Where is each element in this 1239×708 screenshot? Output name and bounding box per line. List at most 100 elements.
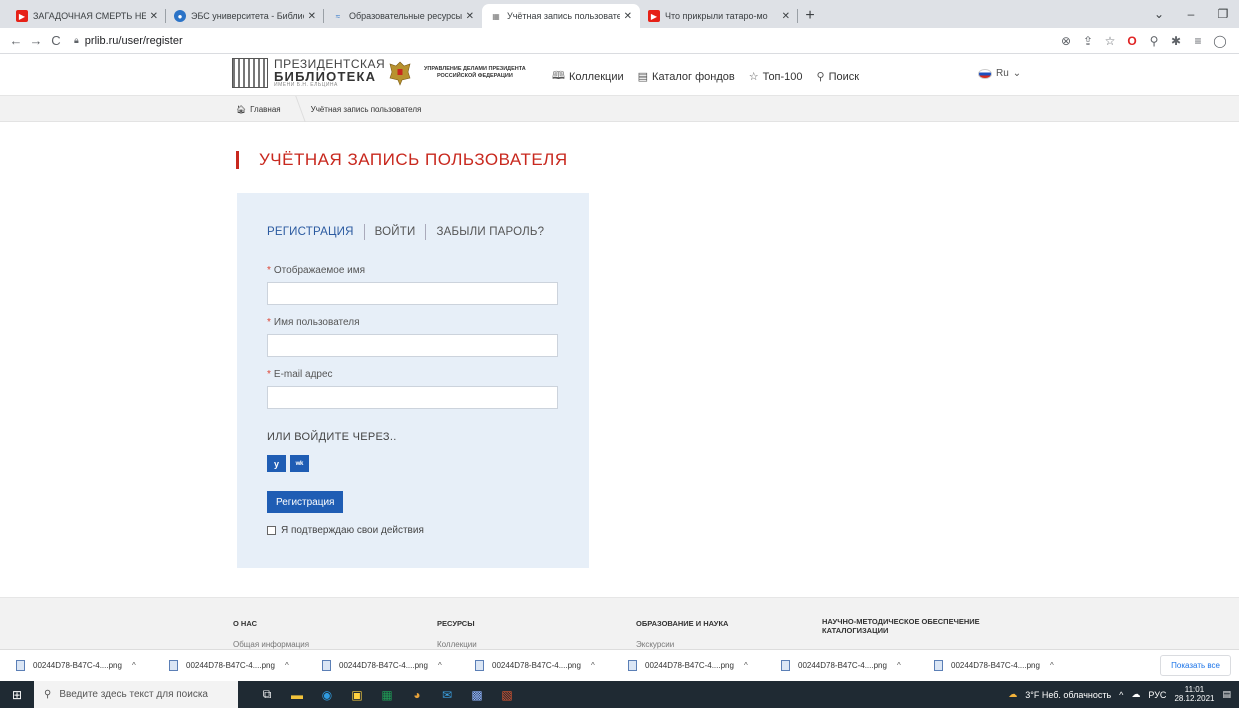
register-button[interactable]: Регистрация bbox=[267, 491, 344, 513]
address-bar[interactable]: 🔒︎ prlib.ru/user/register bbox=[74, 35, 1055, 47]
footer-link[interactable]: Коллекции bbox=[437, 640, 477, 649]
footer-column: РЕСУРСЫ Коллекции bbox=[437, 619, 477, 649]
minimize-icon[interactable]: – bbox=[1175, 0, 1207, 28]
page-title: УЧЁТНАЯ ЗАПИСЬ ПОЛЬЗОВАТЕЛЯ bbox=[236, 150, 568, 170]
vk-icon[interactable]: ʷᵏ bbox=[290, 455, 309, 472]
forward-icon[interactable]: → bbox=[26, 33, 46, 48]
reading-list-icon[interactable]: ≡ bbox=[1187, 34, 1209, 48]
download-item[interactable]: 00244D78-B47C-4....png ^ bbox=[934, 660, 1087, 671]
email-input[interactable] bbox=[267, 386, 558, 409]
input-language[interactable]: РУС bbox=[1148, 690, 1166, 700]
footer-column: О НАС Общая информация bbox=[233, 619, 309, 649]
photos-icon[interactable]: ▩ bbox=[462, 681, 492, 708]
opera-icon[interactable]: O bbox=[1121, 34, 1143, 48]
nav-collections[interactable]: 🕮︎ Коллекции bbox=[552, 67, 624, 86]
footer-link[interactable]: Общая информация bbox=[233, 640, 309, 649]
browser-tab-active[interactable]: ▦ Учётная запись пользователя | ✕ bbox=[482, 4, 640, 28]
nav-catalog[interactable]: ▤ Каталог фондов bbox=[638, 67, 735, 86]
download-item[interactable]: 00244D78-B47C-4....png ^ bbox=[781, 660, 934, 671]
download-item[interactable]: 00244D78-B47C-4....png ^ bbox=[628, 660, 781, 671]
chevron-up-icon[interactable]: ^ bbox=[591, 661, 595, 670]
confirm-checkbox[interactable]: Я подтверждаю свои действия bbox=[267, 525, 424, 536]
nav-search[interactable]: ⚲ Поиск bbox=[817, 67, 860, 86]
chrome-icon[interactable]: ◕ bbox=[402, 681, 432, 708]
book-icon: 🕮︎ bbox=[552, 70, 565, 82]
download-item[interactable]: 00244D78-B47C-4....png ^ bbox=[322, 660, 475, 671]
translate-icon[interactable]: ⊗ bbox=[1055, 34, 1077, 48]
display-name-input[interactable] bbox=[267, 282, 558, 305]
task-view-icon[interactable]: ⧉ bbox=[252, 681, 282, 708]
notifications-icon[interactable]: ▤ bbox=[1222, 689, 1231, 700]
confirm-label: Я подтверждаю свои действия bbox=[281, 525, 424, 536]
chevron-up-icon[interactable]: ^ bbox=[438, 661, 442, 670]
browser-tab[interactable]: ● ЭБС университета - Библиотека ✕ bbox=[166, 4, 324, 28]
close-icon[interactable]: ✕ bbox=[150, 11, 158, 22]
tab-title: ЭБС университета - Библиотека bbox=[191, 11, 304, 21]
image-file-icon bbox=[16, 660, 25, 671]
youtube-icon: ▶ bbox=[16, 10, 28, 22]
reload-icon[interactable]: C bbox=[46, 33, 66, 48]
restore-icon[interactable]: ❐ bbox=[1207, 0, 1239, 28]
download-item[interactable]: 00244D78-B47C-4....png ^ bbox=[475, 660, 628, 671]
chevron-up-icon[interactable]: ^ bbox=[132, 661, 136, 670]
tab-login[interactable]: ВОЙТИ bbox=[375, 226, 416, 238]
checkbox-icon[interactable] bbox=[267, 526, 276, 535]
weather-text[interactable]: 3°F Неб. облачность bbox=[1025, 690, 1111, 700]
new-tab-button[interactable]: + bbox=[798, 4, 822, 28]
chevron-up-icon[interactable]: ^ bbox=[285, 661, 289, 670]
tab-forgot-password[interactable]: ЗАБЫЛИ ПАРОЛЬ? bbox=[436, 226, 544, 238]
bookmark-star-icon[interactable]: ☆ bbox=[1099, 34, 1121, 48]
globe-icon: ● bbox=[174, 10, 186, 22]
mail-icon[interactable]: ✉ bbox=[432, 681, 462, 708]
back-icon[interactable]: ← bbox=[6, 33, 26, 48]
extension-icon[interactable]: ⚲ bbox=[1143, 34, 1165, 48]
taskbar-search[interactable]: ⚲ Введите здесь текст для поиска bbox=[34, 681, 238, 708]
library-logo[interactable]: ПРЕЗИДЕНТСКАЯ БИБЛИОТЕКА ИМЕНИ Б.Н. ЕЛЬЦ… bbox=[232, 58, 385, 88]
chevron-up-icon[interactable]: ^ bbox=[744, 661, 748, 670]
excel-icon[interactable]: ▦ bbox=[372, 681, 402, 708]
chevron-up-icon[interactable]: ^ bbox=[897, 661, 901, 670]
registration-card: РЕГИСТРАЦИЯ ВОЙТИ ЗАБЫЛИ ПАРОЛЬ? * Отобра… bbox=[237, 193, 589, 568]
username-input[interactable] bbox=[267, 334, 558, 357]
browser-tab[interactable]: ▶ Что прикрыли татаро-мо ✕ bbox=[640, 4, 798, 28]
powerpoint-icon[interactable]: ▧ bbox=[492, 681, 522, 708]
close-icon[interactable]: ✕ bbox=[308, 11, 316, 22]
file-explorer-icon[interactable]: ▬ bbox=[282, 681, 312, 708]
url-text[interactable]: prlib.ru/user/register bbox=[85, 35, 183, 47]
download-item[interactable]: 00244D78-B47C-4....png ^ bbox=[16, 660, 169, 671]
tab-search-icon[interactable]: ⌄ bbox=[1143, 0, 1175, 28]
twitter-icon[interactable]: y bbox=[267, 455, 286, 472]
tab-register[interactable]: РЕГИСТРАЦИЯ bbox=[267, 226, 354, 238]
or-login-via-label: ИЛИ ВОЙДИТЕ ЧЕРЕЗ.. bbox=[267, 431, 397, 443]
breadcrumb-home[interactable]: 🏠︎ Главная bbox=[236, 105, 281, 114]
clock[interactable]: 11:01 28.12.2021 bbox=[1174, 685, 1214, 704]
onedrive-icon[interactable]: ☁ bbox=[1131, 689, 1140, 700]
footer-heading: ОБРАЗОВАНИЕ И НАУКА bbox=[636, 619, 729, 628]
youtube-icon: ▶ bbox=[648, 10, 660, 22]
tray-chevron-icon[interactable]: ^ bbox=[1119, 690, 1123, 700]
tab-title: Что прикрыли татаро-мо bbox=[665, 11, 768, 21]
puzzle-icon[interactable]: ✱ bbox=[1165, 34, 1187, 48]
share-icon[interactable]: ⇪ bbox=[1077, 34, 1099, 48]
tab-title: Учётная запись пользователя | bbox=[507, 11, 620, 21]
nav-top-100[interactable]: ☆ Топ-100 bbox=[749, 67, 803, 86]
home-icon: 🏠︎ bbox=[236, 104, 247, 114]
chevron-up-icon[interactable]: ^ bbox=[1050, 661, 1054, 670]
close-icon[interactable]: ✕ bbox=[624, 11, 632, 22]
browser-tab[interactable]: ≈ Образовательные ресурсы биб ✕ bbox=[324, 4, 482, 28]
social-login: y ʷᵏ bbox=[267, 455, 309, 472]
download-item[interactable]: 00244D78-B47C-4....png ^ bbox=[169, 660, 322, 671]
windows-start-icon[interactable]: ⊞ bbox=[0, 681, 34, 708]
profile-avatar-icon[interactable]: ◯ bbox=[1209, 34, 1231, 48]
show-all-downloads-button[interactable]: Показать все bbox=[1160, 655, 1231, 676]
weather-icon[interactable]: ☁ bbox=[1008, 689, 1017, 700]
store-icon[interactable]: ▣ bbox=[342, 681, 372, 708]
lock-icon[interactable]: 🔒︎ bbox=[74, 35, 79, 46]
close-icon[interactable]: ✕ bbox=[782, 11, 790, 22]
close-icon[interactable]: ✕ bbox=[466, 11, 474, 22]
edge-icon[interactable]: ◉ bbox=[312, 681, 342, 708]
browser-tab[interactable]: ▶ ЗАГАДОЧНАЯ СМЕРТЬ НЕВЕСТЫ ✕ bbox=[8, 4, 166, 28]
footer-link[interactable]: Экскурсии bbox=[636, 640, 728, 649]
image-file-icon bbox=[934, 660, 943, 671]
language-selector[interactable]: Ru ⌄ bbox=[978, 68, 1021, 79]
